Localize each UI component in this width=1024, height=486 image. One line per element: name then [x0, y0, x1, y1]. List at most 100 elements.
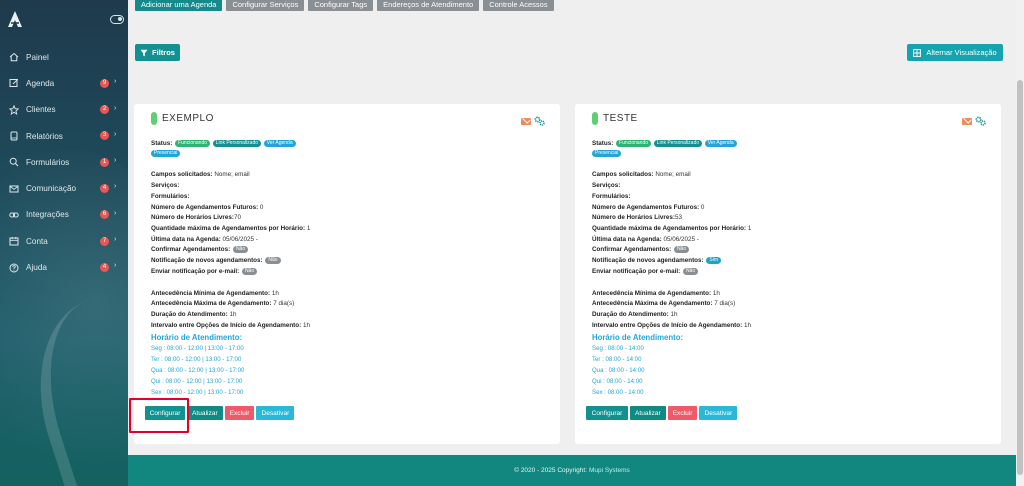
schedule-card-exemplo: EXEMPLO Status: Funcionando Link Persona…: [134, 104, 560, 444]
chevron-right-icon: ›: [114, 183, 117, 191]
toggle-view-button[interactable]: Alternar Visualização: [907, 44, 1003, 61]
sidebar-item-integracoes[interactable]: Integrações 6 ›: [0, 202, 128, 228]
servicos-label: Serviços:: [592, 182, 621, 189]
futuros-row: Número de Agendamentos Futuros: 0: [592, 204, 704, 211]
filter-button[interactable]: Filtros: [135, 44, 180, 61]
card-header-actions: [521, 116, 545, 126]
antec-max-value: 7 dia(s): [271, 300, 295, 307]
duracao-label: Duração do Atendimento:: [151, 311, 228, 318]
antec-min-row: Antecedência Mínima de Agendamento: 1h: [151, 290, 279, 297]
question-icon: [9, 263, 19, 273]
notif-email-badge: Não: [241, 268, 258, 275]
sidebar-item-label: Ajuda: [26, 263, 47, 273]
status-badge-funcionando: Funcionando: [616, 140, 652, 147]
view-agenda-badge[interactable]: Ver Agenda: [704, 140, 737, 147]
delete-button[interactable]: Excluir: [224, 406, 255, 420]
tab-enderecos-atendimento[interactable]: Endereços de Atendimento: [377, 0, 480, 11]
deactivate-button[interactable]: Desativar: [256, 406, 295, 420]
update-button[interactable]: Atualizar: [630, 406, 666, 420]
confirmar-row: Confirmar Agendamentos: Não: [151, 246, 249, 253]
highlight-annotation-box: [129, 398, 189, 433]
horario-title: Horário de Atendimento:: [592, 333, 684, 342]
futuros-value: 0: [258, 204, 264, 211]
sidebar-toggle-icon[interactable]: [110, 15, 124, 24]
sidebar-item-label: Painel: [26, 52, 49, 62]
status-badge-funcionando: Funcionando: [175, 140, 211, 147]
sidebar-item-relatorios[interactable]: Relatórios 3 ›: [0, 123, 128, 149]
envelope-icon[interactable]: [962, 117, 972, 125]
notif-email-row: Enviar notificação por e-mail: Não: [592, 268, 699, 275]
notif-email-label: Enviar notificação por e-mail:: [151, 268, 240, 276]
search-icon: [9, 157, 19, 167]
confirmar-badge: Não: [232, 246, 249, 253]
formularios-row: Formulários:: [151, 193, 190, 200]
status-label: Status:: [592, 140, 614, 148]
futuros-label: Número de Agendamentos Futuros:: [151, 204, 259, 211]
configure-button[interactable]: Configurar: [586, 406, 628, 420]
ultima-label: Última data na Agenda:: [151, 236, 221, 243]
futuros-row: Número de Agendamentos Futuros: 0: [151, 204, 263, 211]
formularios-row: Formulários:: [592, 193, 631, 200]
sidebar-item-ajuda[interactable]: Ajuda 4 ›: [0, 254, 128, 280]
sidebar-item-clientes[interactable]: Clientes 2 ›: [0, 97, 128, 123]
delete-button[interactable]: Excluir: [667, 406, 698, 420]
tab-configurar-tags[interactable]: Configurar Tags: [308, 0, 374, 11]
gears-icon[interactable]: [534, 116, 545, 126]
antec-max-label: Antecedência Máxima de Agendamento:: [592, 300, 713, 307]
livres-value: 53: [674, 214, 682, 221]
schedule-line: Qui : 08:00 - 12:00 | 13:00 - 17:00: [151, 378, 243, 385]
status-indicator: [151, 112, 157, 125]
ultima-value: 05/06/2025 -: [661, 236, 699, 243]
envelope-icon[interactable]: [521, 117, 531, 125]
intervalo-label: Intervalo entre Opções de Início de Agen…: [592, 322, 743, 329]
confirmar-row: Confirmar Agendamentos: Não: [592, 246, 690, 253]
sidebar-item-conta[interactable]: Conta 7 ›: [0, 228, 128, 254]
scrollbar-thumb[interactable]: [1017, 80, 1023, 475]
tab-configurar-servicos[interactable]: Configurar Serviços: [226, 0, 305, 11]
count-badge: 7: [100, 236, 109, 246]
notif-novos-badge: Não: [265, 257, 281, 264]
schedule-card-teste: TESTE Status: Funcionando Link Personali…: [575, 104, 1001, 444]
deactivate-button[interactable]: Desativar: [699, 406, 738, 420]
antec-min-value: 1h: [711, 290, 720, 297]
antec-min-row: Antecedência Mínima de Agendamento: 1h: [592, 290, 720, 297]
antec-max-row: Antecedência Máxima de Agendamento: 7 di…: [151, 300, 294, 307]
count-badge: 9: [100, 78, 109, 88]
sidebar-item-painel[interactable]: Painel: [0, 44, 128, 70]
sidebar: Painel Agenda 9 › Clientes 2 › Relatório…: [0, 0, 128, 486]
gears-icon[interactable]: [975, 116, 986, 126]
custom-link-badge[interactable]: Link Personalizado: [212, 140, 262, 147]
sidebar-item-agenda[interactable]: Agenda 9 ›: [0, 70, 128, 96]
tab-adicionar-agenda[interactable]: Adicionar uma Agenda: [135, 0, 223, 11]
link-icon: [9, 210, 19, 220]
sidebar-item-formularios[interactable]: Formulários 1 ›: [0, 149, 128, 175]
campos-label: Campos solicitados:: [592, 171, 654, 178]
schedule-line: Qui : 08:00 - 14:00: [592, 378, 643, 385]
view-agenda-badge[interactable]: Ver Agenda: [263, 140, 296, 147]
sidebar-nav: Painel Agenda 9 › Clientes 2 › Relatório…: [0, 44, 128, 281]
card-header: EXEMPLO: [151, 112, 214, 125]
antec-min-label: Antecedência Mínima de Agendamento:: [592, 290, 712, 297]
campos-value: Nome; email: [653, 171, 691, 178]
schedule-line: Seg : 08:00 - 12:00 | 13:00 - 17:00: [151, 345, 244, 352]
chevron-right-icon: ›: [114, 209, 117, 217]
custom-link-badge[interactable]: Link Personalizado: [653, 140, 703, 147]
chevron-right-icon: ›: [114, 104, 117, 112]
livres-value: 70: [233, 214, 241, 221]
sidebar-item-comunicacao[interactable]: Comunicação 4 ›: [0, 175, 128, 201]
app-logo-icon[interactable]: [7, 10, 23, 28]
formularios-label: Formulários:: [151, 193, 190, 200]
ultima-value: 05/06/2025 -: [220, 236, 258, 243]
antec-min-value: 1h: [270, 290, 279, 297]
confirmar-badge: Não: [673, 246, 690, 253]
sidebar-item-label: Conta: [26, 236, 48, 246]
footer-brand-link[interactable]: Mupi Systems: [589, 467, 630, 474]
duracao-value: 1h: [227, 311, 237, 318]
qtd-max-row: Quantidade máxima de Agendamentos por Ho…: [592, 225, 751, 232]
update-button[interactable]: Atualizar: [187, 406, 223, 420]
card-title: EXEMPLO: [162, 113, 214, 124]
tab-controle-acessos[interactable]: Controle Acessos: [483, 0, 554, 11]
chevron-right-icon: ›: [114, 78, 117, 86]
star-icon: [9, 104, 19, 115]
schedule-line: Ter : 08:00 - 14:00: [592, 356, 642, 363]
